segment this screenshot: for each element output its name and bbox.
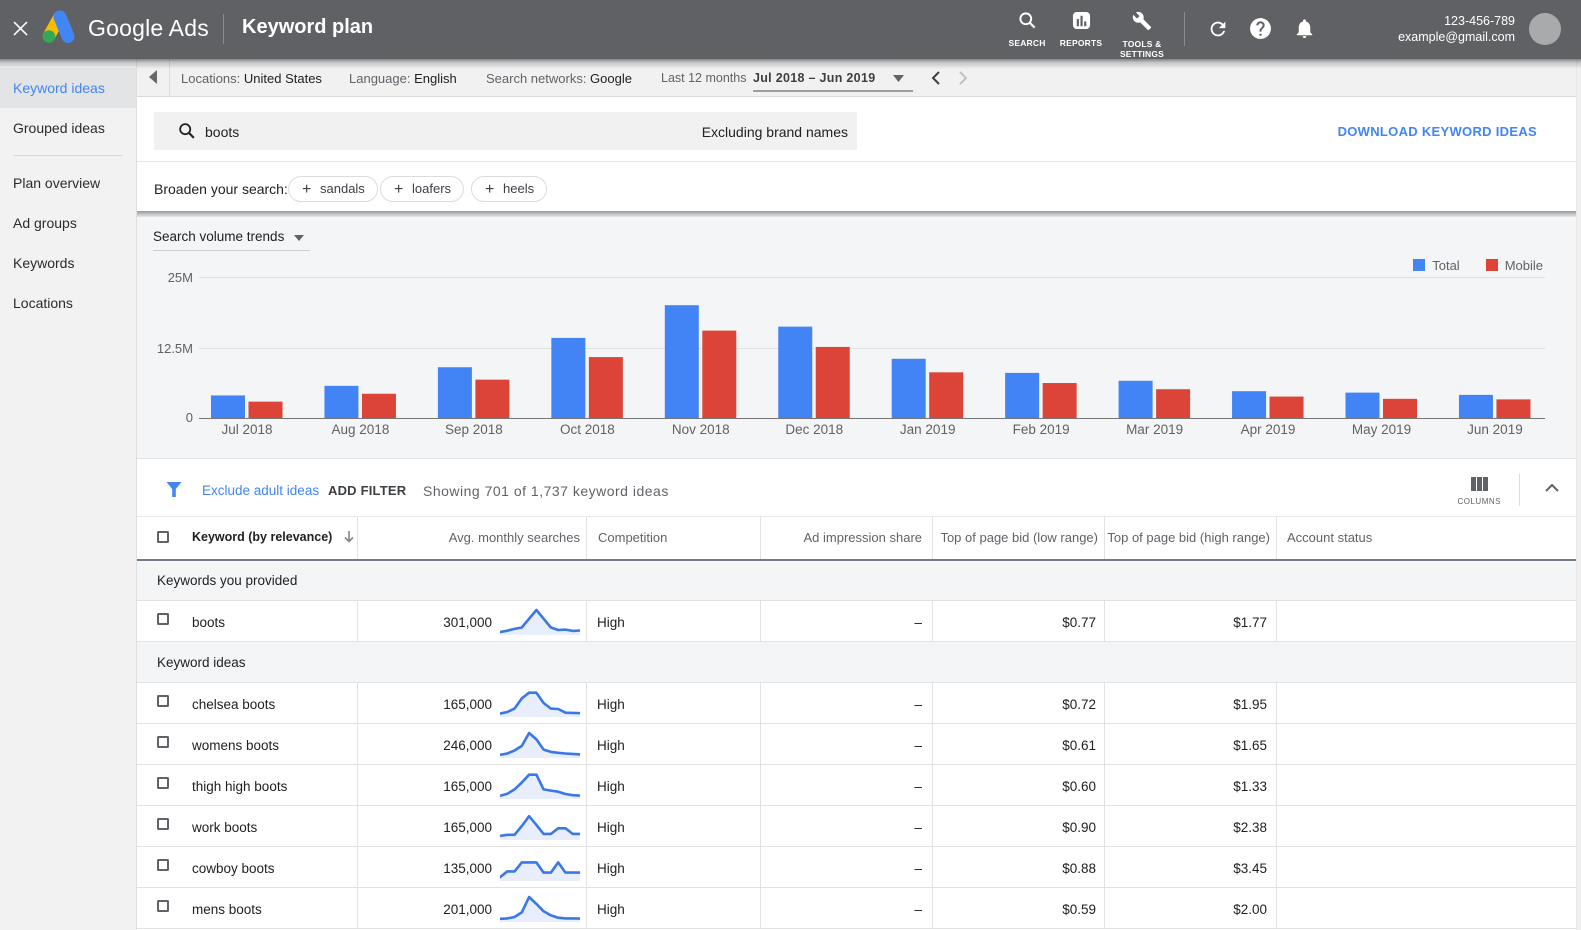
svg-text:Aug 2018: Aug 2018 bbox=[332, 422, 390, 437]
svg-text:Oct 2018: Oct 2018 bbox=[560, 422, 615, 437]
svg-text:Nov 2018: Nov 2018 bbox=[672, 422, 730, 437]
svg-text:25M: 25M bbox=[168, 272, 193, 285]
svg-text:Dec 2018: Dec 2018 bbox=[785, 422, 843, 437]
svg-text:0: 0 bbox=[186, 410, 193, 425]
svg-text:Jun 2019: Jun 2019 bbox=[1467, 422, 1523, 437]
svg-text:May 2019: May 2019 bbox=[1352, 422, 1411, 437]
svg-text:Sep 2018: Sep 2018 bbox=[445, 422, 503, 437]
svg-text:Apr 2019: Apr 2019 bbox=[1241, 422, 1296, 437]
svg-text:Jul 2018: Jul 2018 bbox=[221, 422, 272, 437]
svg-text:Mar 2019: Mar 2019 bbox=[1126, 422, 1183, 437]
svg-text:12.5M: 12.5M bbox=[157, 341, 193, 356]
svg-text:Jan 2019: Jan 2019 bbox=[900, 422, 956, 437]
svg-text:Feb 2019: Feb 2019 bbox=[1013, 422, 1070, 437]
